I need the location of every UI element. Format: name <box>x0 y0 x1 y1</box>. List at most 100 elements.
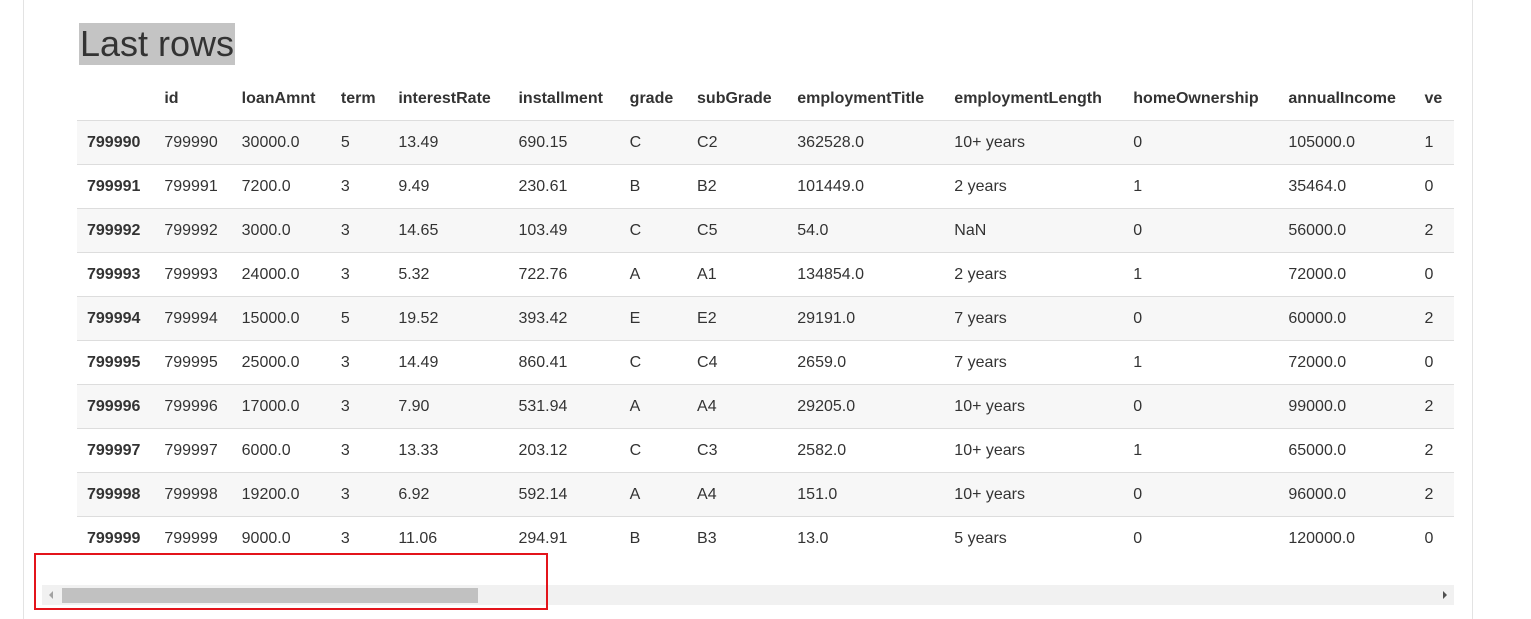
table-cell: 2 <box>1424 309 1434 327</box>
table-cell: E2 <box>697 309 717 327</box>
column-header-interestRate: interestRate <box>398 89 491 107</box>
table-cell: 3 <box>340 441 350 459</box>
table-cell: 7200.0 <box>241 177 291 195</box>
table-cell: C <box>629 353 642 371</box>
column-header-loanAmnt: loanAmnt <box>241 89 316 107</box>
triangle-left-icon <box>49 591 53 599</box>
table-cell: 799992 <box>164 221 218 239</box>
table-cell: 0 <box>1424 353 1434 371</box>
table-cell: 99000.0 <box>1288 397 1347 415</box>
table-row: 799997 799997 6000.0 3 13.33 203.12 C C3 2582.0 1… <box>77 428 1454 473</box>
table-cell: 1 <box>1133 265 1143 283</box>
column-header-subGrade: subGrade <box>697 89 772 107</box>
table-cell: 14.49 <box>398 353 439 371</box>
row-index: 799996 <box>87 397 141 415</box>
table-cell: 2 <box>1424 221 1434 239</box>
table-cell: 30000.0 <box>241 133 300 151</box>
table-cell: 134854.0 <box>797 265 864 283</box>
table-row: 799994 799994 15000.0 5 19.52 393.42 E E2 29191.… <box>77 296 1454 341</box>
table-cell: 7.90 <box>398 397 430 415</box>
table-cell: 11.06 <box>398 529 438 547</box>
table-cell: 0 <box>1133 221 1143 239</box>
row-index: 799995 <box>87 353 141 371</box>
table-cell: 151.0 <box>797 485 838 503</box>
table-cell: 2582.0 <box>797 441 847 459</box>
column-header-ve: ve <box>1424 89 1443 107</box>
table-cell: 2659.0 <box>797 353 847 371</box>
table-cell: 1 <box>1133 353 1143 371</box>
table-row: 799998 799998 19200.0 3 6.92 592.14 A A4 151.0 10… <box>77 472 1454 517</box>
table-cell: 105000.0 <box>1288 133 1356 151</box>
table-cell: 10+ years <box>954 441 1026 459</box>
table-cell: 2 years <box>954 265 1007 283</box>
column-header-grade: grade <box>629 89 674 107</box>
table-cell: 1 <box>1133 441 1143 459</box>
table-cell: 0 <box>1133 309 1143 327</box>
table-cell: A4 <box>697 485 717 503</box>
row-index: 799991 <box>87 177 141 195</box>
table-cell: 0 <box>1424 265 1434 283</box>
table-cell: 14.65 <box>398 221 439 239</box>
table-cell: 29191.0 <box>797 309 856 327</box>
table-cell: B <box>629 529 641 547</box>
table-cell: 35464.0 <box>1288 177 1347 195</box>
table-cell: C <box>629 133 642 151</box>
table-cell: B <box>629 177 641 195</box>
table-cell: 13.49 <box>398 133 439 151</box>
table-cell: 799997 <box>164 441 218 459</box>
column-header-employmentTitle: employmentTitle <box>797 89 925 107</box>
table-cell: 6.92 <box>398 485 430 503</box>
column-header-annualIncome: annualIncome <box>1288 89 1396 107</box>
table-row: 799999 799999 9000.0 3 11.06 294.91 B B3 13.0 5 y… <box>77 516 1454 552</box>
table-cell: 2 years <box>954 177 1007 195</box>
table-cell: A4 <box>697 397 717 415</box>
row-index: 799992 <box>87 221 141 239</box>
table-cell: 96000.0 <box>1288 485 1347 503</box>
table-cell: C <box>629 221 642 239</box>
scroll-left-button[interactable] <box>42 585 60 605</box>
table-cell: 15000.0 <box>241 309 300 327</box>
table-cell: 203.12 <box>518 441 568 459</box>
triangle-right-icon <box>1443 591 1447 599</box>
column-header-installment: installment <box>518 89 603 107</box>
table-cell: A <box>629 485 641 503</box>
table-cell: 0 <box>1133 133 1143 151</box>
table-cell: 393.42 <box>518 309 568 327</box>
column-header-term: term <box>340 89 376 107</box>
table-cell: C <box>629 441 642 459</box>
column-header-id: id <box>164 89 179 107</box>
table-cell: 120000.0 <box>1288 529 1356 547</box>
table-cell: 0 <box>1133 485 1143 503</box>
table-cell: C4 <box>697 353 718 371</box>
horizontal-scrollbar[interactable] <box>42 585 1454 605</box>
table-cell: 10+ years <box>954 485 1026 503</box>
table-row: 799990 799990 30000.0 5 13.49 690.15 C C2 362528… <box>77 120 1454 165</box>
table-cell: A1 <box>697 265 717 283</box>
table-header-row: id loanAmnt term interestRate installmen… <box>77 77 1454 121</box>
row-index: 799993 <box>87 265 141 283</box>
scroll-right-button[interactable] <box>1436 585 1454 605</box>
table-cell: 3 <box>340 485 350 503</box>
table-cell: 3 <box>340 221 350 239</box>
table-cell: E <box>629 309 641 327</box>
table-cell: 13.33 <box>398 441 439 459</box>
section-title: Last rows <box>79 23 236 65</box>
table-cell: 799999 <box>164 529 218 547</box>
table-cell: B2 <box>697 177 717 195</box>
table-cell: 0 <box>1424 529 1434 547</box>
table-cell: 0 <box>1424 177 1434 195</box>
table-cell: 10+ years <box>954 133 1026 151</box>
table-cell: A <box>629 397 641 415</box>
table-cell: 2 <box>1424 441 1434 459</box>
table-cell: 9.49 <box>398 177 430 195</box>
table-cell: 799996 <box>164 397 218 415</box>
table-cell: 592.14 <box>518 485 568 503</box>
table-cell: 60000.0 <box>1288 309 1347 327</box>
table-cell: 2 <box>1424 397 1434 415</box>
row-index: 799999 <box>87 529 141 547</box>
scrollbar-thumb[interactable] <box>62 588 478 603</box>
column-header-homeOwnership: homeOwnership <box>1133 89 1259 107</box>
table-cell: 531.94 <box>518 397 568 415</box>
table-cell: C2 <box>697 133 718 151</box>
table-cell: 9000.0 <box>241 529 291 547</box>
